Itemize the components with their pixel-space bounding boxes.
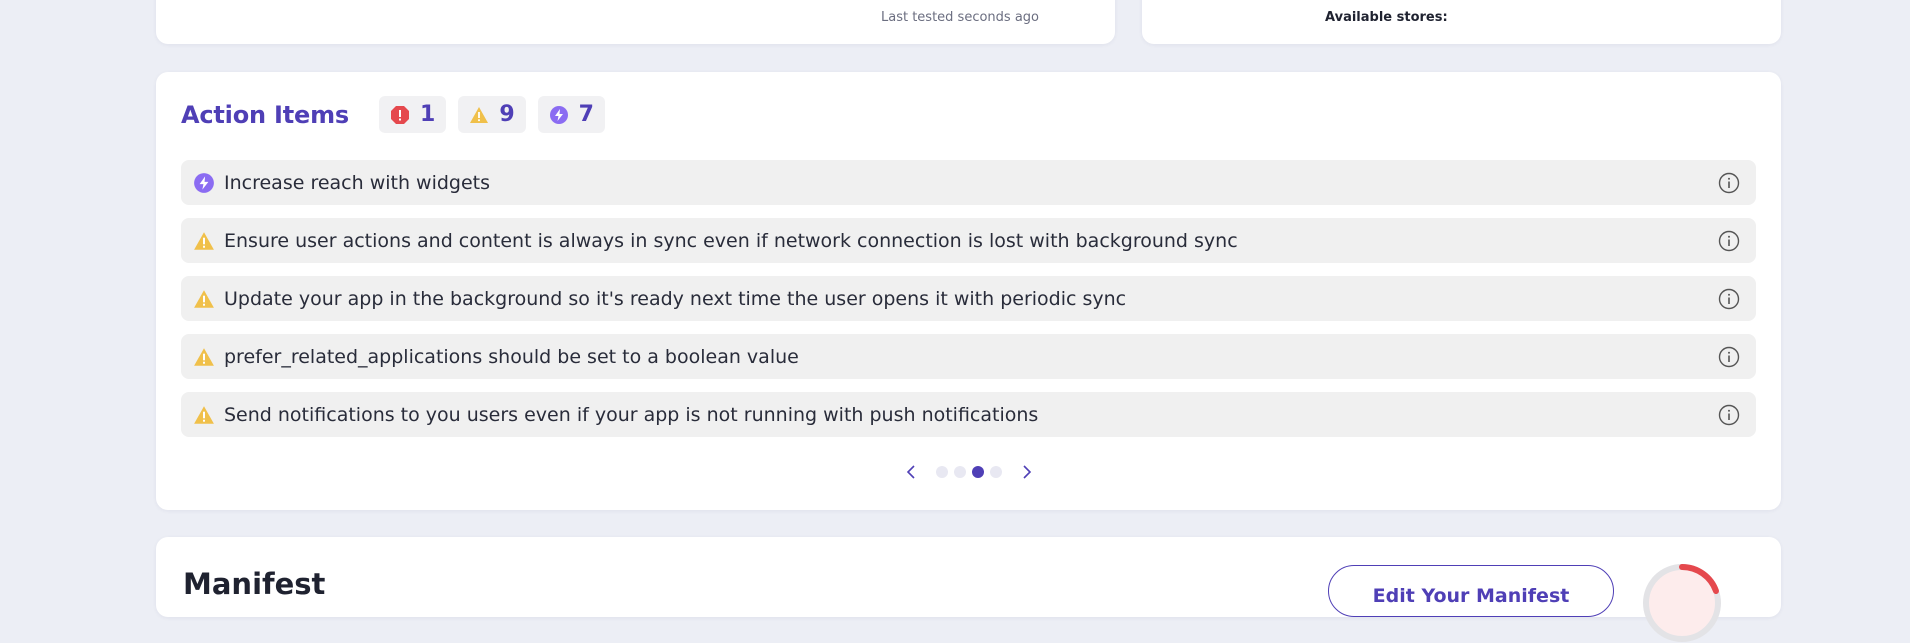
info-icon[interactable]: [1718, 346, 1740, 368]
error-count: 1: [420, 102, 436, 127]
info-icon[interactable]: [1718, 230, 1740, 252]
list-item[interactable]: Update your app in the background so it'…: [181, 276, 1756, 321]
warning-count: 9: [499, 102, 515, 127]
list-item-text: prefer_related_applications should be se…: [224, 345, 799, 368]
warning-count-badge[interactable]: 9: [458, 96, 526, 133]
pager-dots: [933, 466, 1005, 478]
warning-icon: [194, 289, 214, 308]
action-items-pager: [156, 462, 1781, 482]
chevron-right-icon[interactable]: [1017, 462, 1037, 482]
list-item-text: Update your app in the background so it'…: [224, 287, 1127, 310]
list-item-text: Send notifications to you users even if …: [224, 403, 1039, 426]
error-icon: [391, 105, 410, 124]
edit-manifest-button[interactable]: Edit Your Manifest: [1328, 565, 1614, 617]
action-items-title: Action Items: [181, 100, 350, 129]
enhancement-count: 7: [578, 102, 594, 127]
info-icon[interactable]: [1718, 172, 1740, 194]
warning-icon: [194, 231, 214, 250]
action-items-header: Action Items 1 9 7: [181, 96, 617, 133]
manifest-score-ring: [1643, 563, 1721, 642]
test-summary-card: Last tested seconds ago: [156, 0, 1115, 44]
action-items-card: Action Items 1 9 7 Increase reach with w…: [156, 72, 1781, 510]
available-stores-label: Available stores:: [1325, 10, 1448, 25]
list-item[interactable]: prefer_related_applications should be se…: [181, 334, 1756, 379]
pager-dot[interactable]: [989, 466, 1002, 478]
info-icon[interactable]: [1718, 288, 1740, 310]
chevron-left-icon[interactable]: [901, 462, 921, 482]
warning-icon: [194, 347, 214, 366]
manifest-card: Manifest Edit Your Manifest: [156, 537, 1781, 642]
pager-dot[interactable]: [953, 466, 966, 478]
enhancement-count-badge[interactable]: 7: [537, 96, 605, 133]
error-count-badge[interactable]: 1: [379, 96, 447, 133]
last-tested-text: Last tested seconds ago: [881, 10, 1039, 25]
warning-icon: [194, 405, 214, 424]
list-item[interactable]: Send notifications to you users even if …: [181, 392, 1756, 437]
lightning-icon: [549, 105, 568, 124]
list-item-text: Increase reach with widgets: [224, 171, 491, 194]
lightning-icon: [194, 172, 214, 193]
pager-dot-active[interactable]: [971, 466, 984, 478]
list-item-text: Ensure user actions and content is alway…: [224, 229, 1238, 252]
warning-icon: [470, 106, 489, 123]
list-item[interactable]: Ensure user actions and content is alway…: [181, 218, 1756, 263]
list-item[interactable]: Increase reach with widgets: [181, 160, 1756, 205]
info-icon[interactable]: [1718, 404, 1740, 426]
manifest-title: Manifest: [183, 567, 326, 601]
action-items-list: Increase reach with widgets Ensure user …: [181, 160, 1756, 450]
stores-card: Available stores:: [1142, 0, 1781, 44]
pager-dot[interactable]: [935, 466, 948, 478]
